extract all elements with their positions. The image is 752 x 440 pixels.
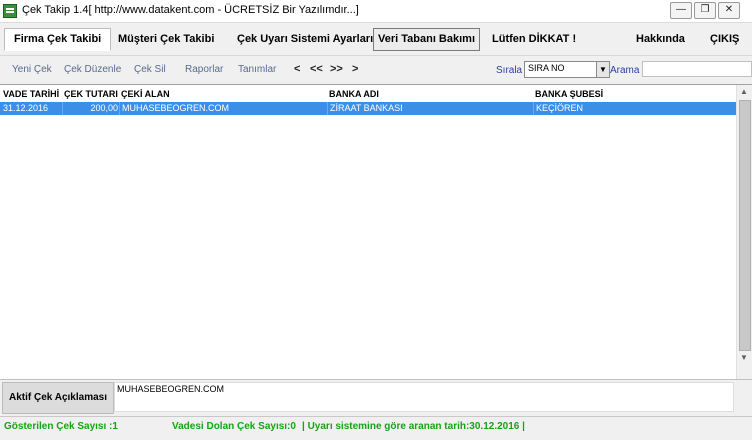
header-banka-adi[interactable]: BANKA ADI — [329, 87, 529, 101]
menu-veri-tabani-bakimi[interactable]: Veri Tabanı Bakımı — [373, 28, 481, 51]
menu-lutfen-dikkat[interactable]: Lütfen DİKKAT ! — [488, 29, 580, 50]
menu-hakkinda[interactable]: Hakkında — [632, 29, 689, 50]
scroll-down-icon[interactable]: ▼ — [740, 353, 748, 362]
delete-cheque-button[interactable]: Çek Sil — [134, 64, 166, 75]
restore-button[interactable]: ❐ — [694, 2, 716, 19]
nav-prev-button[interactable]: < — [294, 63, 300, 75]
search-label: Arama — [610, 65, 640, 76]
nav-next-button[interactable]: > — [352, 63, 358, 75]
grid-header: VADE TARİHİ ÇEK TUTARI ÇEKİ ALAN BANKA A… — [0, 87, 736, 101]
edit-cheque-button[interactable]: Çek Düzenle — [64, 64, 121, 75]
window-title: Çek Takip 1.4[ http://www.datakent.com -… — [22, 4, 359, 16]
menu-bar: Firma Çek Takibi Müşteri Çek Takibi Çek … — [0, 27, 752, 53]
definitions-button[interactable]: Tanımlar — [238, 64, 276, 75]
header-vade-tarihi[interactable]: VADE TARİHİ — [3, 87, 61, 101]
reports-button[interactable]: Raporlar — [185, 64, 223, 75]
header-cek-tutari[interactable]: ÇEK TUTARI — [64, 87, 119, 101]
cell-banka-subesi: KEÇİÖREN — [533, 102, 737, 115]
description-panel: Aktif Çek Açıklaması MUHASEBEOGREN.COM — [0, 379, 752, 414]
table-row[interactable]: 31.12.2016 200,00 MUHASEBEOGREN.COM ZİRA… — [0, 102, 736, 115]
vertical-scrollbar[interactable]: ▲ ▼ — [736, 85, 752, 379]
cell-cek-tutari: 200,00 — [62, 102, 118, 115]
title-bar: Çek Takip 1.4[ http://www.datakent.com -… — [0, 0, 752, 23]
cell-ceki-alan: MUHASEBEOGREN.COM — [119, 102, 327, 115]
nav-first-button[interactable]: << — [310, 63, 323, 75]
header-banka-subesi[interactable]: BANKA ŞUBESİ — [535, 87, 735, 101]
cheque-grid: VADE TARİHİ ÇEK TUTARI ÇEKİ ALAN BANKA A… — [0, 84, 752, 379]
chevron-down-icon[interactable]: ▼ — [596, 62, 609, 77]
scrollbar-thumb[interactable] — [739, 100, 751, 351]
menu-firma-cek-takibi[interactable]: Firma Çek Takibi — [4, 28, 112, 51]
header-ceki-alan[interactable]: ÇEKİ ALAN — [121, 87, 321, 101]
cell-vade-tarihi: 31.12.2016 — [3, 103, 49, 113]
new-cheque-button[interactable]: Yeni Çek — [12, 64, 52, 75]
menu-cikis[interactable]: ÇIKIŞ — [706, 29, 743, 50]
toolbar: Yeni Çek Çek Düzenle Çek Sil Raporlar Ta… — [0, 57, 752, 81]
status-overdue-count: Vadesi Dolan Çek Sayısı:0 — [172, 421, 296, 432]
menu-cek-uyari-ayarlari[interactable]: Çek Uyarı Sistemi Ayarları — [233, 29, 377, 50]
scroll-up-icon[interactable]: ▲ — [740, 87, 748, 96]
description-label: Aktif Çek Açıklaması — [2, 382, 114, 414]
status-shown-count: Gösterilen Çek Sayısı :1 — [4, 421, 118, 432]
app-icon — [3, 4, 17, 18]
status-bar: Gösterilen Çek Sayısı :1 Vadesi Dolan Çe… — [0, 416, 752, 439]
sort-select[interactable]: SIRA NO ▼ — [524, 61, 610, 78]
search-input[interactable] — [642, 61, 752, 77]
nav-last-button[interactable]: >> — [330, 63, 343, 75]
sort-select-value: SIRA NO — [528, 63, 565, 73]
description-value: MUHASEBEOGREN.COM — [114, 382, 734, 412]
menu-musteri-cek-takibi[interactable]: Müşteri Çek Takibi — [114, 29, 218, 50]
minimize-button[interactable]: — — [670, 2, 692, 19]
cell-banka-adi: ZİRAAT BANKASI — [327, 102, 534, 115]
menu-divider — [0, 55, 752, 56]
status-search-date: | Uyarı sistemine göre aranan tarih:30.1… — [302, 421, 525, 432]
sort-label: Sırala — [496, 65, 523, 76]
close-button[interactable]: ✕ — [718, 2, 740, 19]
